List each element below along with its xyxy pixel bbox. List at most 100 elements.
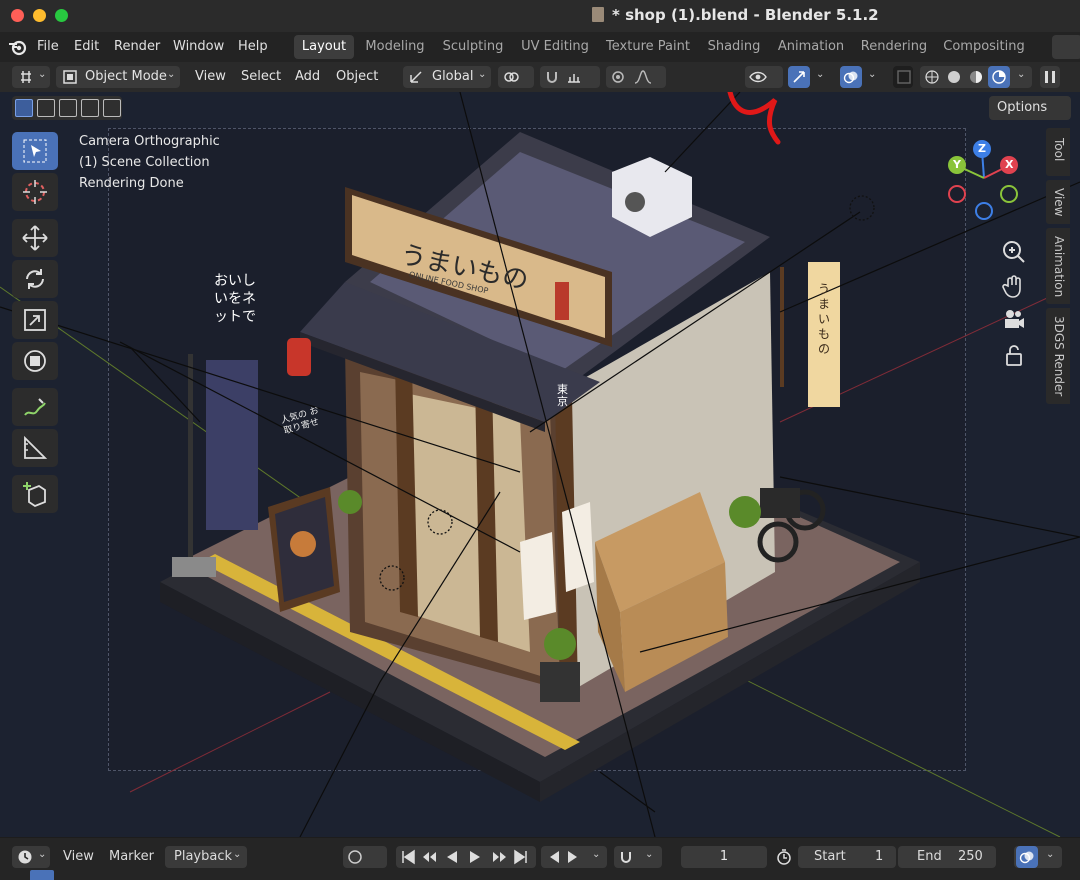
current-frame-field[interactable]: 1 (681, 846, 767, 868)
zoom-window-button[interactable] (55, 9, 68, 22)
axis-orientation-icon (410, 71, 422, 83)
clock-icon (18, 850, 32, 864)
select-intersect-icon[interactable] (103, 99, 121, 117)
chevron-down-icon: ⌄ (167, 69, 176, 80)
overlays-icon (843, 71, 858, 84)
object-mode-icon (63, 70, 77, 84)
hand-pan-icon[interactable] (1000, 272, 1028, 300)
overlays-icon (1019, 851, 1034, 864)
timeline-menu-view[interactable]: View (63, 846, 94, 868)
cursor-tool[interactable] (12, 173, 58, 211)
sidebar-tab-tool[interactable]: Tool (1046, 128, 1070, 176)
jump-start-icon[interactable] (400, 849, 416, 865)
menu-render[interactable]: Render (114, 39, 160, 54)
measure-tool[interactable] (12, 429, 58, 467)
menu-help[interactable]: Help (238, 39, 268, 54)
tab-uv-editing[interactable]: UV Editing (515, 35, 595, 59)
chevron-down-icon: ⌄ (816, 69, 825, 80)
tab-rendering[interactable]: Rendering (856, 35, 932, 59)
lock-icon[interactable] (1000, 342, 1028, 370)
play-icon[interactable] (467, 849, 483, 865)
close-window-button[interactable] (11, 9, 24, 22)
header-menu-select[interactable]: Select (241, 66, 281, 88)
chevron-down-icon: ⌄ (1017, 69, 1026, 80)
viewport-camera-label: Camera Orthographic (79, 134, 220, 149)
header-menu-add[interactable]: Add (295, 66, 320, 88)
record-icon (348, 850, 362, 864)
annotate-tool[interactable] (12, 388, 58, 426)
select-box-tool[interactable] (12, 132, 58, 170)
blender-logo-icon[interactable] (7, 38, 27, 56)
material-preview-icon[interactable] (968, 69, 984, 85)
transform-icon (24, 350, 46, 372)
falloff-curve-icon (634, 70, 652, 84)
tab-modeling[interactable]: Modeling (360, 35, 430, 59)
viewport-status-label: Rendering Done (79, 176, 184, 191)
timeline-menu-marker[interactable]: Marker (109, 846, 154, 868)
navigation-gizmo[interactable] (942, 138, 1032, 228)
cursor-select-icon (23, 139, 47, 163)
chevron-down-icon: ⌄ (38, 69, 47, 80)
play-reverse-icon[interactable] (444, 849, 460, 865)
move-arrows-icon (22, 225, 48, 251)
add-cube-tool[interactable] (12, 475, 58, 513)
sidebar-tab-animation[interactable]: Animation (1046, 228, 1070, 304)
chevron-down-icon: ⌄ (478, 69, 487, 80)
menu-edit[interactable]: Edit (74, 39, 99, 54)
select-subtract-icon[interactable] (59, 99, 77, 117)
rendered-shading-icon (992, 70, 1006, 84)
document-icon (592, 7, 604, 22)
tab-animation[interactable]: Animation (773, 35, 849, 59)
next-keyframe-icon[interactable] (490, 849, 508, 865)
prev-keyframe-icon[interactable] (421, 849, 439, 865)
magnet-icon (621, 852, 631, 863)
select-invert-icon[interactable] (81, 99, 99, 117)
editor-type-icon (21, 71, 31, 83)
jump-end-icon[interactable] (513, 849, 529, 865)
options-dropdown[interactable]: Options (989, 96, 1071, 120)
sign-tag-text: 東京 (557, 383, 568, 408)
solid-shading-icon[interactable] (946, 69, 962, 85)
eye-icon (749, 71, 767, 83)
gizmo-icon (793, 71, 805, 83)
mode-label: Object Mode (85, 69, 167, 84)
header-menu-object[interactable]: Object (336, 66, 378, 88)
stopwatch-icon[interactable] (776, 849, 792, 865)
zoom-icon[interactable] (1000, 238, 1028, 266)
menu-window[interactable]: Window (173, 39, 224, 54)
prev-key-icon[interactable] (545, 849, 561, 865)
title-bar (0, 0, 1080, 32)
transform-orientation-label: Global (432, 69, 474, 84)
3d-viewport[interactable]: うまいもの ONLINE FOOD SHOP 東京 おいしいをネットで うまいも… (0, 92, 1080, 837)
tab-shading[interactable]: Shading (701, 35, 767, 59)
viewport-collection-label: (1) Scene Collection (79, 155, 210, 170)
tab-layout[interactable]: Layout (294, 35, 354, 59)
select-extend-icon[interactable] (37, 99, 55, 117)
sidebar-tab-3dgs-render[interactable]: 3DGS Render (1046, 308, 1070, 404)
menu-file[interactable]: File (37, 39, 59, 54)
annotate-pen-icon (24, 398, 46, 416)
tab-sculpting[interactable]: Sculpting (437, 35, 509, 59)
chevron-down-icon: ⌄ (38, 849, 47, 860)
tab-compositing[interactable]: Compositing (938, 35, 1030, 59)
transform-tool[interactable] (12, 342, 58, 380)
gizmo-z-label: Z (978, 142, 986, 155)
minimize-window-button[interactable] (33, 9, 46, 22)
scene-selector-button[interactable] (1052, 35, 1080, 59)
sidebar-tab-view[interactable]: View (1046, 180, 1070, 224)
camera-view-icon[interactable] (1000, 306, 1028, 334)
select-new-icon[interactable] (15, 99, 33, 117)
move-tool[interactable] (12, 219, 58, 257)
proportional-edit-icon (612, 71, 624, 83)
tab-texture-paint[interactable]: Texture Paint (602, 35, 694, 59)
header-menu-view[interactable]: View (195, 66, 226, 88)
end-label: End (917, 849, 942, 864)
chevron-down-icon: ⌄ (1046, 849, 1055, 860)
next-key-icon[interactable] (566, 849, 582, 865)
timeline-scrub-indicator[interactable] (30, 870, 54, 880)
scale-tool[interactable] (12, 301, 58, 339)
rotate-tool[interactable] (12, 260, 58, 298)
wireframe-shading-icon[interactable] (924, 69, 940, 85)
chevron-down-icon: ⌄ (233, 849, 242, 860)
gizmo-x-label: X (1005, 158, 1014, 171)
